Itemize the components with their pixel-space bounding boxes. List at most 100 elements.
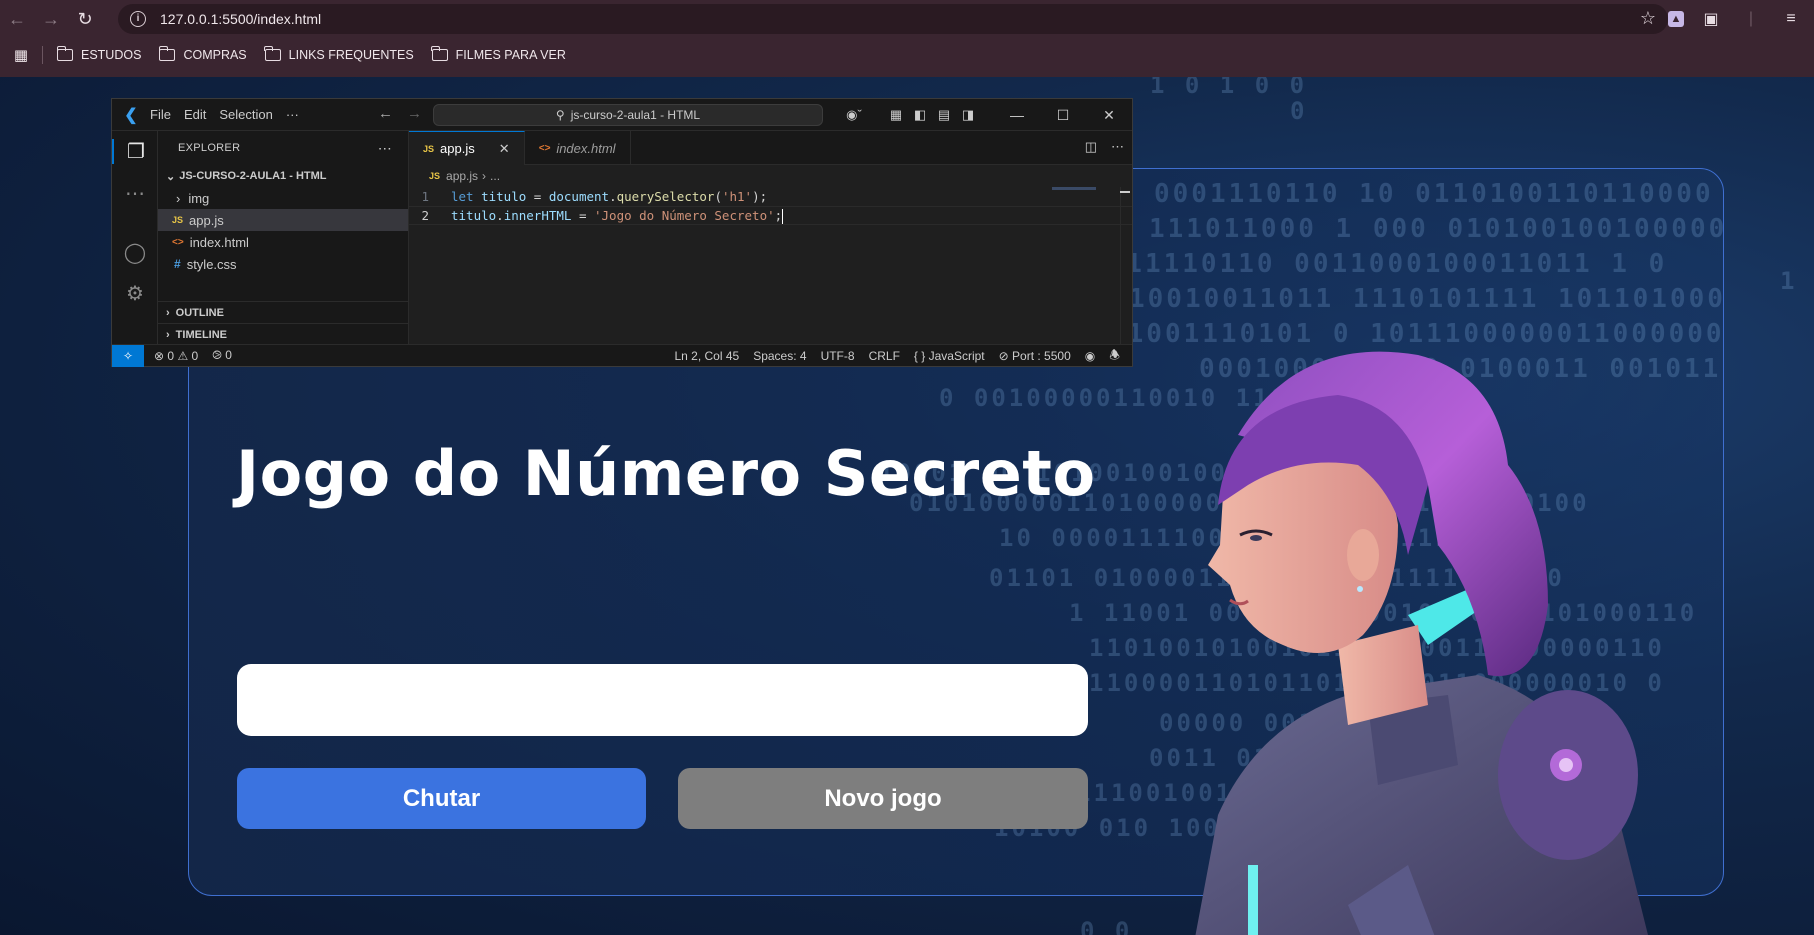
editor-area: JS app.js ✕ <> index.html ◫ ⋯ JS app.js … — [409, 131, 1132, 344]
toggle-sidebar-icon[interactable]: ◧ — [908, 107, 932, 123]
minimize-icon[interactable]: — — [994, 107, 1040, 123]
problems-indicator[interactable]: ⊗ 0 ⚠ 0 — [154, 349, 198, 363]
binary-decoration: 1011110110 0011000100011011 1 0 — [1089, 249, 1668, 279]
binary-decoration: 1 — [1780, 267, 1798, 295]
maximize-icon[interactable]: ☐ — [1040, 107, 1086, 124]
url-text: 127.0.0.1:5500/index.html — [160, 11, 322, 27]
tree-item-app-js[interactable]: JS app.js — [158, 209, 408, 231]
toggle-secondary-sidebar-icon[interactable]: ◨ — [956, 107, 980, 123]
code-text: let titulo = document.querySelector('h1'… — [451, 189, 768, 204]
more-views-icon[interactable]: ⋯ — [112, 181, 158, 206]
breadcrumb-file[interactable]: app.js — [446, 169, 478, 183]
menu-selection[interactable]: Selection — [219, 107, 272, 122]
bookmark-label: ESTUDOS — [81, 48, 142, 62]
explorer-header: EXPLORER ⋯ — [158, 131, 408, 165]
bookmark-label: FILMES PARA VER — [455, 48, 566, 62]
warning-icon: ⚠ — [177, 348, 189, 363]
bookmark-filmes-para-ver[interactable]: FILMES PARA VER — [431, 46, 566, 62]
code-editor[interactable]: 1 let titulo = document.querySelector('h1… — [409, 187, 1132, 225]
copilot-icon[interactable]: ◉ˇ — [842, 107, 866, 123]
editor-scrollbar[interactable] — [1120, 187, 1130, 344]
back-icon[interactable]: ← — [0, 4, 34, 34]
indentation[interactable]: Spaces: 4 — [753, 349, 806, 363]
account-icon[interactable]: ◯ — [112, 240, 158, 265]
end-of-line[interactable]: CRLF — [869, 349, 900, 363]
bookmark-compras[interactable]: COMPRAS — [158, 46, 247, 62]
reload-icon[interactable]: ↻ — [68, 4, 102, 34]
tab-app-js[interactable]: JS app.js ✕ — [409, 131, 525, 165]
cursor-position[interactable]: Ln 2, Col 45 — [674, 349, 739, 363]
astronaut-girl-illustration — [1195, 351, 1648, 935]
menu-more[interactable]: ··· — [286, 107, 299, 122]
tree-item-index-html[interactable]: <> index.html — [158, 231, 408, 253]
editor-tabs: JS app.js ✕ <> index.html ◫ ⋯ — [409, 131, 1132, 165]
tree-item-label: style.css — [186, 256, 237, 272]
menu-edit[interactable]: Edit — [184, 107, 206, 122]
forward-icon[interactable]: → — [34, 4, 68, 34]
tree-item-img[interactable]: › img — [158, 187, 408, 209]
bookmark-star-icon[interactable]: ☆ — [1640, 8, 1656, 29]
activity-bar: ❐ ⋯ ◯ ⚙ — [112, 131, 158, 344]
language-mode[interactable]: { } JavaScript — [914, 349, 985, 363]
address-bar[interactable]: i 127.0.0.1:5500/index.html ☆ — [118, 4, 1668, 34]
no-entry-icon: ⊘ — [998, 349, 1009, 363]
folder-icon — [56, 46, 73, 61]
tree-item-label: app.js — [189, 212, 224, 228]
divider: | — [1748, 10, 1754, 27]
puzzle-icon[interactable]: ▣ — [1698, 6, 1724, 32]
timeline-label: TIMELINE — [175, 328, 228, 341]
timeline-section[interactable]: › TIMELINE — [158, 323, 408, 344]
bookmark-links-frequentes[interactable]: LINKS FREQUENTES — [264, 46, 414, 62]
reading-list-icon[interactable]: ≡ — [1778, 6, 1804, 32]
customize-layout-icon[interactable]: ▦ — [884, 107, 908, 123]
port-label: Port : 5500 — [1012, 349, 1071, 363]
warning-count: 0 — [191, 348, 199, 363]
tree-item-style-css[interactable]: # style.css — [158, 253, 408, 275]
vscode-title-bar: ❮ File Edit Selection ··· ← → ⚲ js-curso… — [112, 99, 1132, 131]
site-info-icon[interactable]: i — [130, 11, 146, 27]
menu-file[interactable]: File — [150, 107, 171, 122]
close-icon[interactable]: ✕ — [1086, 107, 1132, 124]
code-line[interactable]: 1 let titulo = document.querySelector('h1… — [409, 187, 1132, 206]
explorer-icon[interactable]: ❐ — [112, 139, 158, 164]
binary-decoration: 1 0 1 0 0 — [1150, 77, 1308, 99]
remote-icon[interactable]: ✧ — [112, 344, 144, 367]
settings-gear-icon[interactable]: ⚙ — [112, 281, 158, 306]
bookmark-estudos[interactable]: ESTUDOS — [56, 46, 142, 62]
guess-button[interactable]: Chutar — [237, 768, 646, 829]
line-number: 2 — [421, 208, 429, 223]
guess-input[interactable] — [237, 664, 1088, 736]
outline-section[interactable]: › OUTLINE — [158, 301, 408, 323]
javascript-file-icon: JS — [423, 143, 435, 154]
encoding[interactable]: UTF-8 — [821, 349, 855, 363]
line-number: 1 — [421, 189, 429, 204]
nav-back-icon[interactable]: ← — [378, 105, 393, 122]
more-actions-icon[interactable]: ⋯ — [378, 140, 392, 157]
command-center[interactable]: ⚲ js-curso-2-aula1 - HTML — [433, 104, 823, 126]
folder-icon — [264, 46, 281, 61]
minimap[interactable] — [1052, 187, 1096, 190]
new-game-button[interactable]: Novo jogo — [678, 768, 1088, 829]
toggle-panel-icon[interactable]: ▤ — [932, 107, 956, 123]
tab-index-html[interactable]: <> index.html — [525, 131, 631, 165]
workspace-root[interactable]: ⌄ JS-CURSO-2-AULA1 - HTML — [158, 165, 408, 187]
breadcrumb-symbol[interactable]: ... — [490, 169, 500, 183]
more-actions-icon[interactable]: ⋯ — [1111, 139, 1124, 155]
ports-indicator[interactable]: ⧁ 0 — [212, 348, 232, 363]
bookmark-label: LINKS FREQUENTES — [288, 48, 414, 62]
apps-grid-icon[interactable]: ▦ — [0, 46, 42, 64]
live-server-port[interactable]: ⊘ Port : 5500 — [999, 349, 1071, 363]
breadcrumb: JS app.js › ... — [429, 169, 501, 183]
code-line[interactable]: 2 titulo.innerHTML = 'Jogo do Número Secr… — [409, 206, 1132, 225]
browser-actions: ▲ ▣ | ≡ — [1668, 6, 1804, 32]
split-editor-icon[interactable]: ◫ — [1085, 139, 1097, 155]
extension-icon[interactable]: ▲ — [1668, 11, 1684, 27]
notifications-bell-icon[interactable]: 🕭 — [1109, 346, 1120, 367]
nav-forward-icon[interactable]: → — [407, 105, 422, 122]
copilot-status-icon[interactable]: ◉ — [1085, 349, 1095, 363]
error-icon: ⊗ — [154, 348, 165, 363]
cursor-marker — [1120, 191, 1130, 193]
broadcast-icon: ⧁ — [212, 348, 222, 362]
javascript-file-icon: JS — [429, 171, 441, 181]
close-tab-icon[interactable]: ✕ — [499, 141, 510, 157]
